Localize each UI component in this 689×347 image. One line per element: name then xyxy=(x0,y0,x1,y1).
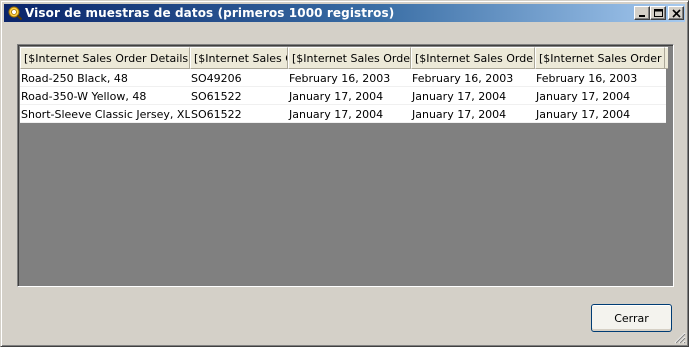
column-header[interactable]: [$Internet Sales Order xyxy=(411,47,535,69)
close-icon xyxy=(672,9,681,18)
table-cell[interactable]: February 16, 2003 xyxy=(535,69,666,87)
table-cell[interactable]: SO61522 xyxy=(190,105,288,123)
close-window-button[interactable] xyxy=(668,6,684,20)
table-row[interactable]: Road-350-W Yellow, 48 SO61522 January 17… xyxy=(20,87,666,105)
column-header[interactable]: [$Internet Sales Order D xyxy=(535,47,665,69)
table-cell[interactable]: February 16, 2003 xyxy=(288,69,411,87)
maximize-button[interactable] xyxy=(650,6,666,20)
table-cell[interactable]: January 17, 2004 xyxy=(535,105,666,123)
window-title: Visor de muestras de datos (primeros 100… xyxy=(25,6,395,20)
table-cell[interactable]: Road-250 Black, 48 xyxy=(20,69,190,87)
data-viewer-icon xyxy=(8,6,23,21)
close-button[interactable]: Cerrar xyxy=(591,304,672,332)
table-cell[interactable]: SO61522 xyxy=(190,87,288,105)
table-cell[interactable]: SO49206 xyxy=(190,69,288,87)
table-cell[interactable]: January 17, 2004 xyxy=(288,87,411,105)
title-bar[interactable]: Visor de muestras de datos (primeros 100… xyxy=(4,4,685,22)
table-cell[interactable]: January 17, 2004 xyxy=(288,105,411,123)
table-cell[interactable]: February 16, 2003 xyxy=(411,69,535,87)
column-header[interactable]: [$Internet Sales Order Details].[ xyxy=(20,47,190,69)
column-header-filler xyxy=(665,47,668,69)
resize-grip-icon[interactable] xyxy=(674,332,686,344)
minimize-icon xyxy=(639,15,645,17)
column-header[interactable]: [$Internet Sales Order xyxy=(288,47,411,69)
table-row[interactable]: Short-Sleeve Classic Jersey, XL SO61522 … xyxy=(20,105,666,123)
table-cell[interactable]: January 17, 2004 xyxy=(411,105,535,123)
column-header[interactable]: [$Internet Sales O xyxy=(190,47,288,69)
table-cell[interactable]: Short-Sleeve Classic Jersey, XL xyxy=(20,105,190,123)
table-row[interactable]: Road-250 Black, 48 SO49206 February 16, … xyxy=(20,69,666,87)
minimize-button[interactable] xyxy=(634,6,650,20)
table-cell[interactable]: January 17, 2004 xyxy=(411,87,535,105)
table-cell[interactable]: January 17, 2004 xyxy=(535,87,666,105)
data-grid[interactable]: [$Internet Sales Order Details].[ [$Inte… xyxy=(17,44,674,287)
data-viewer-window: Visor de muestras de datos (primeros 100… xyxy=(0,0,689,347)
grid-header: [$Internet Sales Order Details].[ [$Inte… xyxy=(20,47,668,69)
maximize-icon xyxy=(654,9,663,17)
table-cell[interactable]: Road-350-W Yellow, 48 xyxy=(20,87,190,105)
